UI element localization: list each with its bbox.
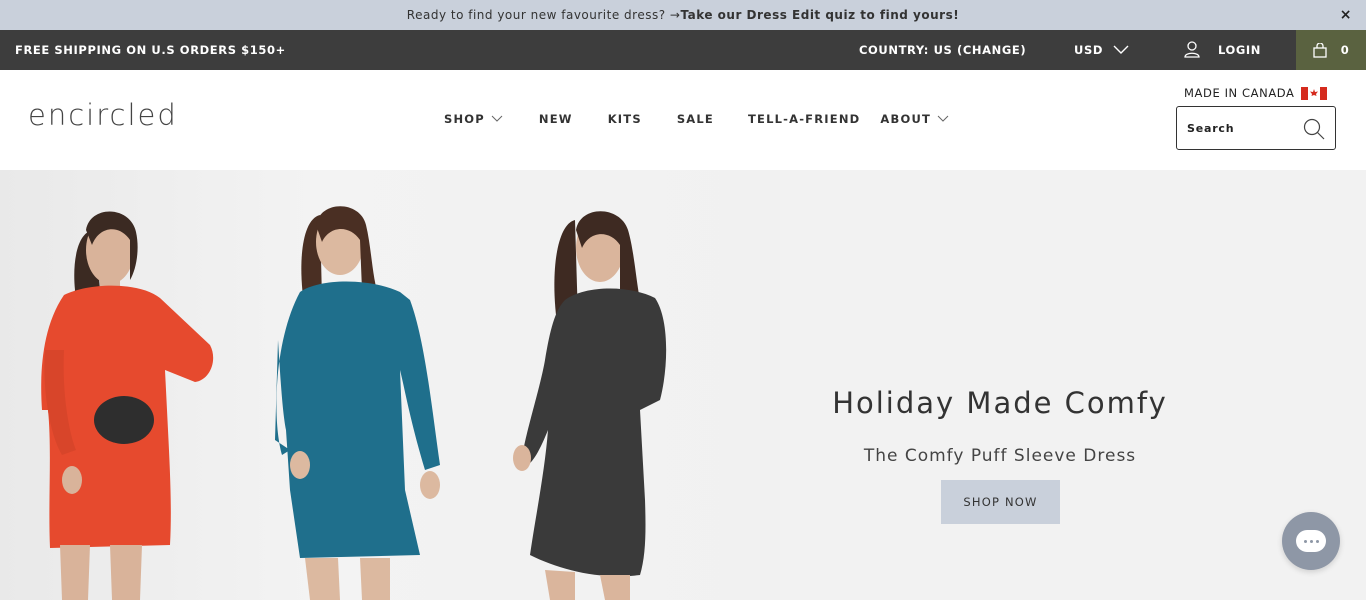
shop-now-button[interactable]: SHOP NOW (941, 480, 1060, 524)
nav-item-label: SALE (676, 112, 714, 126)
search-box (1176, 106, 1336, 150)
login-label: LOGIN (1218, 42, 1262, 57)
nav-item-new[interactable]: NEW (539, 112, 573, 126)
made-in-label: MADE IN CANADA (1184, 86, 1295, 100)
made-in-canada: MADE IN CANADA (1184, 86, 1327, 100)
hero-subtitle: The Comfy Puff Sleeve Dress (863, 446, 1137, 466)
announcement-text: Ready to find your new favourite dress? … (406, 8, 681, 22)
hero-copy: Holiday Made Comfy The Comfy Puff Sleeve… (780, 170, 1220, 600)
login-link[interactable]: LOGIN (1184, 41, 1261, 58)
shopping-bag-icon (1313, 42, 1327, 58)
nav-item-label: KITS (607, 112, 642, 126)
search-input[interactable] (1187, 121, 1299, 135)
nav-item-label: SHOP (444, 112, 485, 126)
model-teal-dress (275, 206, 440, 600)
chevron-down-icon (937, 115, 949, 122)
hero-title: Holiday Made Comfy (832, 386, 1168, 420)
main-nav: SHOP NEW KITS SALE TELL-A-FRIEND ABOUT (444, 112, 949, 126)
nav-item-label: NEW (538, 112, 573, 126)
chevron-down-icon (491, 115, 503, 122)
nav-item-label: TELL-A-FRIEND (747, 112, 861, 126)
nav-item-label: ABOUT (880, 112, 932, 126)
chevron-down-icon (1113, 45, 1129, 54)
nav-item-tell-a-friend[interactable]: TELL-A-FRIEND (748, 112, 860, 126)
announcement-link[interactable]: Take our Dress Edit quiz to find yours! (680, 8, 959, 22)
models-illustration (41, 206, 667, 600)
canada-flag-icon (1300, 86, 1327, 100)
nav-item-kits[interactable]: KITS (608, 112, 642, 126)
site-header: encircled SHOP NEW KITS SALE TELL-A-FRIE… (0, 70, 1366, 170)
currency-label: USD (1074, 43, 1103, 57)
logo[interactable]: encircled (28, 98, 178, 132)
chat-widget-button[interactable] (1282, 512, 1340, 570)
nav-item-shop[interactable]: SHOP (444, 112, 503, 126)
announcement-bar: Ready to find your new favourite dress? … (0, 0, 1366, 30)
cart-button[interactable]: 0 (1296, 30, 1366, 70)
model-charcoal-dress (513, 211, 667, 600)
hero-banner: Holiday Made Comfy The Comfy Puff Sleeve… (0, 170, 1366, 600)
utility-bar: FREE SHIPPING ON U.S ORDERS $150+ COUNTR… (0, 30, 1366, 70)
cart-count: 0 (1340, 43, 1350, 57)
free-shipping-text: FREE SHIPPING ON U.S ORDERS $150+ (15, 43, 286, 57)
currency-selector[interactable]: USD (1074, 43, 1129, 57)
user-icon (1184, 41, 1200, 58)
model-red-dress (41, 211, 214, 600)
hero-image[interactable] (0, 170, 780, 600)
search-icon[interactable] (1303, 118, 1325, 140)
country-selector[interactable]: COUNTRY: US (CHANGE) (859, 43, 1026, 57)
close-icon[interactable]: × (1340, 7, 1352, 23)
nav-item-sale[interactable]: SALE (677, 112, 714, 126)
chat-bubble-icon (1296, 530, 1326, 552)
nav-item-about[interactable]: ABOUT (880, 112, 949, 126)
